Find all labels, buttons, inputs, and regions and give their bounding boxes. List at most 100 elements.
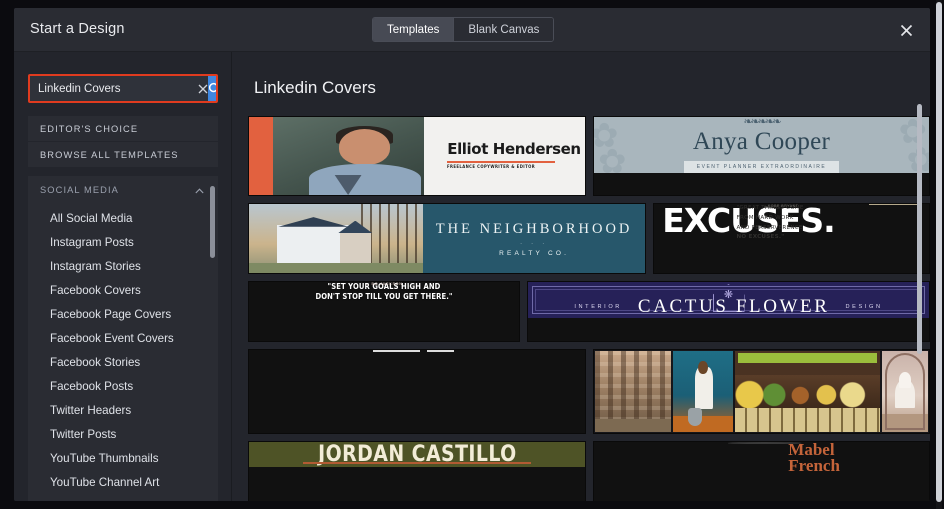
shirt-shape (308, 163, 421, 195)
sidebar-group-header[interactable]: SOCIAL MEDIA (28, 176, 218, 204)
sidebar-item-youtube-thumbnails[interactable]: YouTube Thumbnails (28, 446, 218, 470)
page-scrollbar[interactable] (936, 0, 942, 509)
brand-row: INTERIOR CACTUS FLOWER DESIGN (574, 296, 882, 318)
thumbnail-cactus-flower: ❋ INTERIOR CACTUS FLOWER DESIGN (528, 282, 929, 318)
lawn-shape (249, 263, 424, 273)
template-subtitle: EVENT PLANNER EXTRAORDINAIRE (683, 161, 840, 173)
leaf-icon: ✿ (594, 119, 619, 153)
right-label: DESIGN (845, 304, 883, 310)
close-icon[interactable] (896, 20, 916, 40)
counter-shape (672, 415, 734, 432)
start-a-design-modal: Start a Design Templates Blank Canvas Li… (14, 8, 930, 501)
clear-search-icon[interactable] (198, 76, 208, 101)
template-name: CACTUS FLOWER (637, 296, 830, 317)
content-scrollbar-thumb[interactable] (917, 104, 922, 354)
collage-photo-street (595, 351, 671, 432)
search-input[interactable] (30, 76, 198, 101)
sidebar-item-instagram-posts[interactable]: Instagram Posts (28, 230, 218, 254)
sidebar-item-facebook-posts[interactable]: Facebook Posts (28, 374, 218, 398)
collage-photo-food (735, 351, 881, 432)
page-scrollbar-thumb[interactable] (936, 2, 942, 502)
template-card-anya-cooper[interactable]: ✿ ✿ ✿ ✿ ❧❧❧❧❧ Anya Cooper EVENT PLANNER … (593, 116, 930, 196)
left-label: INTERIOR (574, 304, 622, 310)
search-button[interactable] (208, 76, 216, 101)
leaf-icon: ✿ (898, 116, 928, 151)
ground-shape (595, 419, 671, 432)
brand-block: THE NEIGHBORHOOD · · · REALTY CO. (423, 204, 645, 273)
page-title: Start a Design (30, 21, 125, 37)
quote-line-2: DON'T STOP TILL YOU GET THERE." (315, 292, 453, 302)
jars-shape (735, 407, 881, 432)
quote-attribution: —KOBE BRYANT (764, 204, 799, 208)
green-band (738, 353, 878, 364)
template-grid: Elliot Hendersen FREELANCE COPYWRITER & … (248, 116, 930, 501)
portrait-photo (272, 117, 424, 195)
sidebar-item-browse-all-templates[interactable]: BROWSE ALL TEMPLATES (28, 142, 218, 168)
pot-shape (688, 407, 702, 426)
sidebar-item-facebook-page-covers[interactable]: Facebook Page Covers (28, 302, 218, 326)
face-shape (339, 129, 391, 166)
template-name: Elliot Hendersen (447, 139, 581, 158)
quote-line-3: AND PERSERVERENCE (736, 224, 803, 231)
thumbnail-anya-cooper: ✿ ✿ ✿ ✿ ❧❧❧❧❧ Anya Cooper EVENT PLANNER … (594, 116, 929, 179)
pen-cup-shape (427, 350, 454, 352)
template-card-set-your-goals[interactable]: "SET YOUR GOALS HIGH AND DON'T STOP TILL… (248, 281, 520, 342)
tab-blank-canvas[interactable]: Blank Canvas (453, 18, 554, 41)
sidebar-item-twitter-headers[interactable]: Twitter Headers (28, 398, 218, 422)
template-card-elliot-hendersen[interactable]: Elliot Hendersen FREELANCE COPYWRITER & … (248, 116, 586, 196)
thumbnail-elliot-hendersen: Elliot Hendersen FREELANCE COPYWRITER & … (249, 117, 585, 195)
sidebar-item-youtube-channel-art[interactable]: YouTube Channel Art (28, 470, 218, 494)
tower-shape (339, 231, 371, 265)
sidebar-group-label: SOCIAL MEDIA (40, 185, 119, 195)
quote-line-2: FROM HARD WORK (736, 214, 794, 221)
divider (302, 462, 532, 464)
content-scrollbar[interactable] (917, 104, 922, 492)
search-box (28, 74, 218, 103)
template-name: THE NEIGHBORHOOD (435, 220, 633, 237)
name-line-2: French (788, 456, 840, 476)
chevron-up-icon[interactable] (195, 181, 204, 199)
modal-header: Start a Design Templates Blank Canvas (14, 8, 930, 52)
results-heading: Linkedin Covers (254, 78, 376, 97)
divider: · · · (520, 240, 548, 247)
template-card-desk-photo[interactable] (248, 349, 586, 434)
sidebar-group-social-media: SOCIAL MEDIA All Social Media Instagram … (28, 176, 218, 501)
template-card-no-excuses[interactable]: EXCUSES. "GREAT THINGS COME FROM HARD WO… (653, 203, 930, 274)
thumbnail-jordan-castillo: JORDAN CASTILLO (249, 442, 585, 467)
template-card-mabel-french[interactable]: Mabel French (593, 441, 930, 501)
name-card: Elliot Hendersen FREELANCE COPYWRITER & … (423, 117, 585, 195)
app-root: Start a Design Templates Blank Canvas Li… (0, 0, 944, 509)
template-card-jordan-castillo[interactable]: JORDAN CASTILLO (248, 441, 586, 501)
sidebar-item-editors-choice[interactable]: EDITOR'S CHOICE (28, 116, 218, 142)
thumbnail-india-collage (594, 350, 929, 433)
template-card-cactus-flower[interactable]: ❋ INTERIOR CACTUS FLOWER DESIGN (527, 281, 930, 342)
mode-tabs: Templates Blank Canvas (372, 17, 555, 42)
quote-text: "GREAT THINGS COME FROM HARD WORK AND PE… (737, 204, 804, 243)
sidebar-nav: EDITOR'S CHOICE BROWSE ALL TEMPLATES (28, 116, 218, 168)
house-photo (249, 204, 424, 273)
template-subtitle: REALTY CO. (499, 249, 570, 257)
template-subtitle: FREELANCE COPYWRITER & EDITOR (447, 165, 536, 171)
divider (447, 161, 555, 164)
figure-shape (641, 442, 695, 446)
sidebar-item-facebook-covers[interactable]: Facebook Covers (28, 278, 218, 302)
template-card-india-collage[interactable] (593, 349, 930, 434)
sidebar-item-facebook-event-covers[interactable]: Facebook Event Covers (28, 326, 218, 350)
tray-shape (373, 350, 421, 352)
sprig-icon: ❧❧❧❧❧ (743, 116, 781, 128)
sidebar-item-twitter-posts[interactable]: Twitter Posts (28, 422, 218, 446)
sidebar-scrollbar[interactable] (210, 186, 215, 501)
sidebar-item-facebook-stories[interactable]: Facebook Stories (28, 350, 218, 374)
sidebar-item-instagram-stories[interactable]: Instagram Stories (28, 254, 218, 278)
template-card-neighborhood-realty[interactable]: THE NEIGHBORHOOD · · · REALTY CO. (248, 203, 646, 274)
quote-line-4: NO EXCUSES." (736, 234, 785, 241)
sidebar-item-all-social-media[interactable]: All Social Media (28, 206, 218, 230)
template-name: Mabel French (788, 442, 840, 475)
roof-shape (278, 217, 349, 227)
tab-templates[interactable]: Templates (373, 18, 454, 41)
template-results-panel: Linkedin Covers Elliot Hendersen FREELAN… (232, 52, 930, 501)
sidebar-scrollbar-thumb[interactable] (210, 186, 215, 258)
face-shape (698, 360, 708, 375)
accent-bar (249, 117, 273, 195)
leaf-icon: ✿ (598, 143, 627, 181)
